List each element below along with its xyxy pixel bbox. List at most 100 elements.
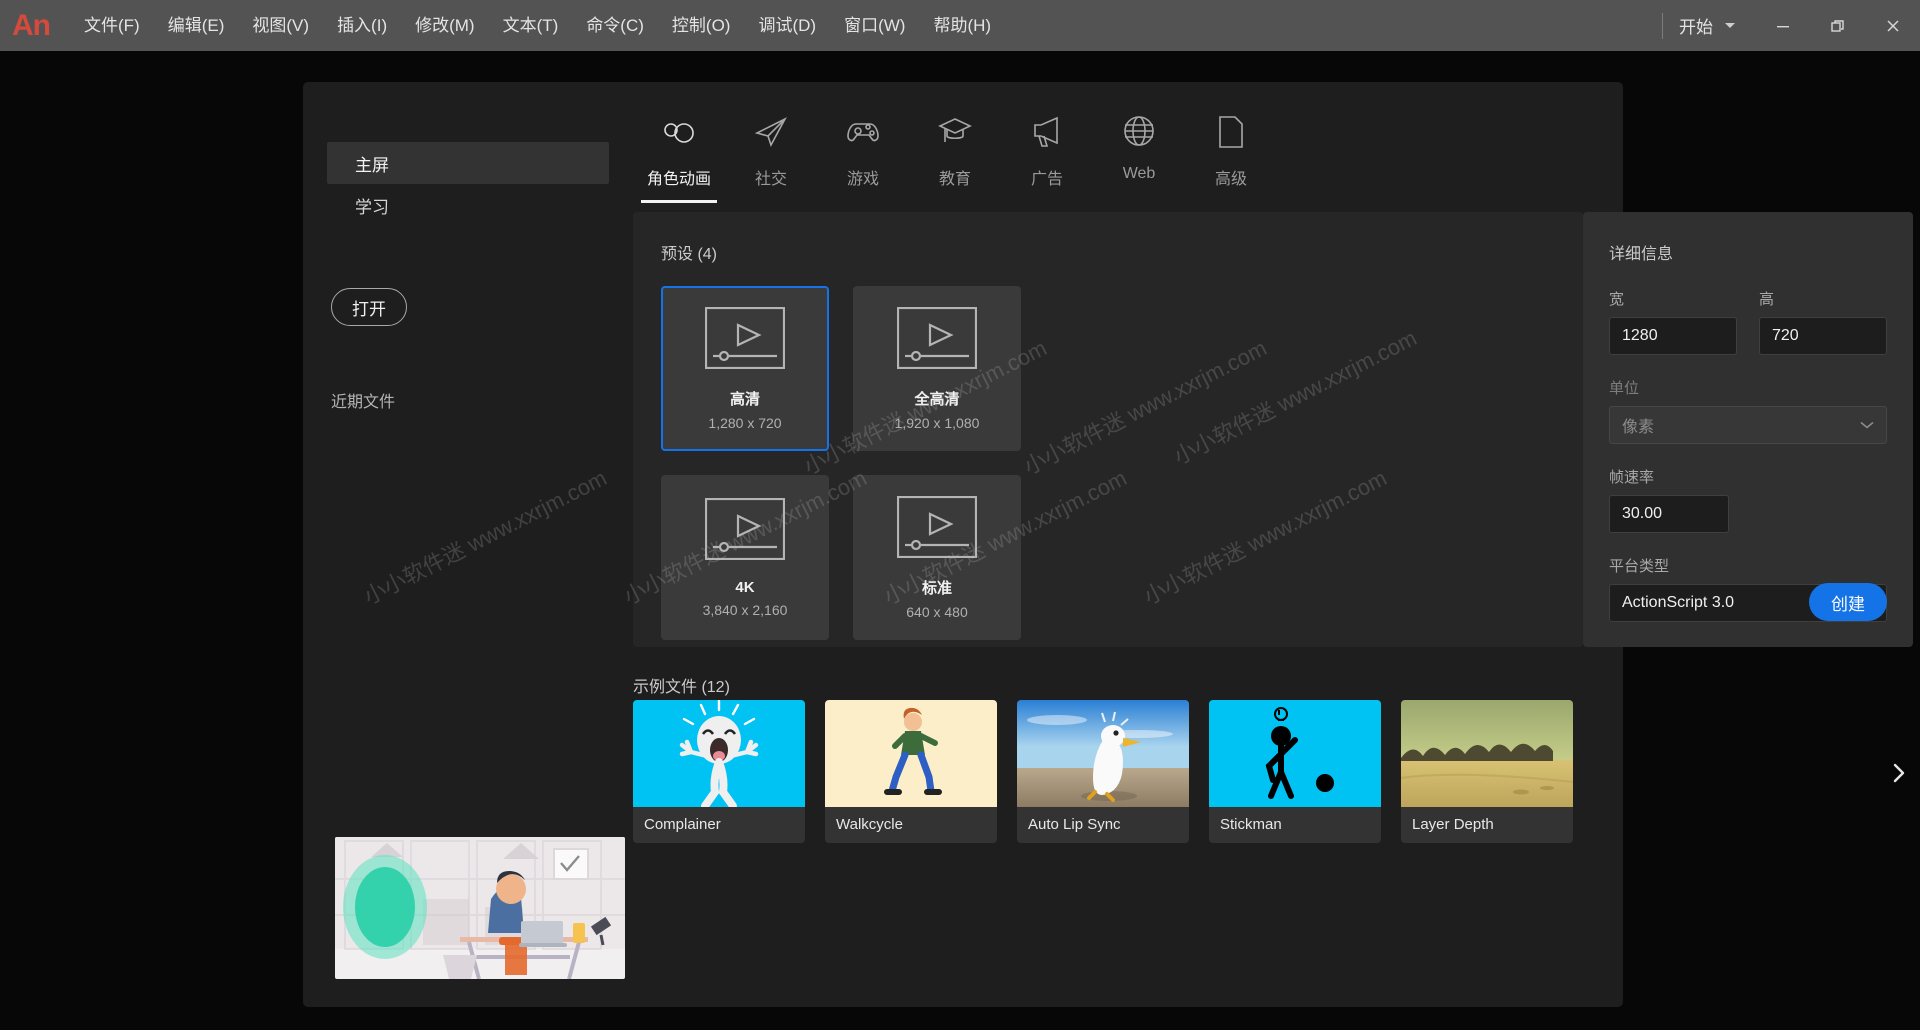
sidebar-item-label: 主屏 xyxy=(355,155,389,175)
tab-social[interactable]: 社交 xyxy=(725,114,817,195)
menu-view[interactable]: 视图(V) xyxy=(238,11,323,40)
title-bar: An 文件(F) 编辑(E) 视图(V) 插入(I) 修改(M) 文本(T) 命令(C) 控制… xyxy=(0,0,1920,51)
sample-file-name: Walkcycle xyxy=(836,816,903,833)
units-label: 单位 xyxy=(1609,380,1640,397)
tab-web-globe[interactable]: Web xyxy=(1093,114,1185,195)
tab-education[interactable]: 教育 xyxy=(909,114,1001,195)
preset-card-grid: 高清 1,280 x 720 全高清 1,920 x 1,080 4K 3,840 x 2… xyxy=(661,286,1105,640)
preset-name: 标准 xyxy=(921,579,952,597)
tab-game[interactable]: 游戏 xyxy=(817,114,909,195)
close-button[interactable] xyxy=(1865,0,1920,51)
sample-file-card[interactable]: Auto Lip Sync xyxy=(1017,700,1189,843)
video-preview-icon xyxy=(896,306,978,374)
sample-file-name: Layer Depth xyxy=(1412,816,1494,833)
sidebar-item-learn[interactable]: 学习 xyxy=(327,184,609,226)
presets-heading: 预设 (4) xyxy=(661,246,718,263)
menu-edit[interactable]: 编辑(E) xyxy=(154,11,239,40)
sample-thumbnail xyxy=(1209,700,1381,807)
height-input[interactable] xyxy=(1759,317,1887,355)
open-file-button[interactable]: 打开 xyxy=(331,288,407,326)
platform-label: 平台类型 xyxy=(1609,558,1670,575)
menu-commands[interactable]: 命令(C) xyxy=(572,11,658,40)
sample-files-row: Complainer Walkcycle Auto Lip Sync Stickman… xyxy=(633,700,1573,843)
units-field-group: 单位 像素 xyxy=(1609,377,1887,444)
create-button[interactable]: 创建 xyxy=(1809,583,1887,621)
tab-label: 教育 xyxy=(938,171,971,188)
menu-debug[interactable]: 调试(D) xyxy=(744,11,830,40)
units-select[interactable]: 像素 xyxy=(1609,406,1887,444)
game-icon xyxy=(847,123,879,142)
preset-dimensions: 1,280 x 720 xyxy=(708,414,782,431)
preset-card[interactable]: 4K 3,840 x 2,160 xyxy=(661,475,829,640)
framerate-input[interactable] xyxy=(1609,495,1729,533)
menu-window[interactable]: 窗口(W) xyxy=(830,11,919,40)
preset-card[interactable]: 标准 640 x 480 xyxy=(853,475,1021,640)
preset-card[interactable]: 全高清 1,920 x 1,080 xyxy=(853,286,1021,451)
tab-label: 社交 xyxy=(754,171,787,188)
preset-name: 4K xyxy=(735,578,755,596)
social-icon xyxy=(754,117,787,148)
recent-files-heading: 近期文件 xyxy=(331,394,396,411)
menu-control[interactable]: 控制(O) xyxy=(658,11,745,40)
preset-name: 高清 xyxy=(729,390,760,408)
sample-thumbnail xyxy=(1017,700,1189,807)
tab-advanced-document[interactable]: 高级 xyxy=(1185,114,1277,195)
minimize-button[interactable] xyxy=(1755,0,1810,51)
width-field-group: 宽 xyxy=(1609,288,1737,355)
platform-select-value: ActionScript 3.0 xyxy=(1622,594,1735,611)
titlebar-right-group: 开始 xyxy=(1646,0,1920,51)
menu-insert[interactable]: 插入(I) xyxy=(323,11,401,40)
height-label: 高 xyxy=(1759,291,1775,308)
tab-advertising[interactable]: 广告 xyxy=(1001,114,1093,195)
preset-dimensions: 640 x 480 xyxy=(906,603,968,620)
workspace-selector-label[interactable]: 开始 xyxy=(1679,13,1713,38)
width-label: 宽 xyxy=(1609,291,1625,308)
details-panel: 详细信息 宽 高 单位 像素 帧速率 平台类型 xyxy=(1583,212,1913,647)
sample-file-card[interactable]: Stickman xyxy=(1209,700,1381,843)
category-tab-bar: 角色动画 社交 游戏 教育 广告 Web 高级 xyxy=(633,114,1277,203)
menu-text[interactable]: 文本(T) xyxy=(489,11,573,40)
sidebar-item-home[interactable]: 主屏 xyxy=(327,142,609,184)
sample-files-heading: 示例文件 (12) xyxy=(633,679,730,696)
chevron-down-icon[interactable] xyxy=(1725,23,1735,28)
advertising-icon xyxy=(1034,116,1058,147)
menu-help[interactable]: 帮助(H) xyxy=(919,11,1005,40)
sample-file-card[interactable]: Walkcycle xyxy=(825,700,997,843)
sample-thumbnail xyxy=(633,700,805,807)
preset-dimensions: 3,840 x 2,160 xyxy=(702,601,788,618)
menu-modify[interactable]: 修改(M) xyxy=(401,11,488,40)
chevron-down-icon xyxy=(1860,421,1874,429)
width-input[interactable] xyxy=(1609,317,1737,355)
next-samples-arrow-icon[interactable] xyxy=(1888,762,1910,784)
character-animation-icon xyxy=(664,123,694,143)
sample-file-name: Complainer xyxy=(644,816,721,833)
tab-label: 角色动画 xyxy=(646,171,711,188)
sample-file-name: Stickman xyxy=(1220,816,1282,833)
sample-thumbnail xyxy=(825,700,997,807)
menu-bar: 文件(F) 编辑(E) 视图(V) 插入(I) 修改(M) 文本(T) 命令(C) 控制(O)… xyxy=(70,11,1005,40)
restore-button[interactable] xyxy=(1810,0,1865,51)
dimension-field-row: 宽 高 xyxy=(1609,288,1887,355)
hero-illustration[interactable] xyxy=(335,837,625,979)
sample-thumbnail xyxy=(1401,700,1573,807)
units-select-value: 像素 xyxy=(1622,419,1655,436)
preset-dimensions: 1,920 x 1,080 xyxy=(894,414,980,431)
framerate-label: 帧速率 xyxy=(1609,469,1655,486)
titlebar-divider xyxy=(1662,12,1663,39)
sidebar-nav-list: 主屏 学习 xyxy=(303,82,633,226)
preset-card[interactable]: 高清 1,280 x 720 xyxy=(661,286,829,451)
details-heading: 详细信息 xyxy=(1609,246,1674,263)
video-preview-icon xyxy=(896,495,978,563)
sample-file-card[interactable]: Layer Depth xyxy=(1401,700,1573,843)
web-globe-icon xyxy=(1124,116,1154,146)
tab-character-animation[interactable]: 角色动画 xyxy=(633,114,725,203)
tab-label: 游戏 xyxy=(846,171,879,188)
height-field-group: 高 xyxy=(1759,288,1887,355)
tab-label: 高级 xyxy=(1214,171,1247,188)
sample-file-card[interactable]: Complainer xyxy=(633,700,805,843)
menu-file[interactable]: 文件(F) xyxy=(70,11,154,40)
tab-label: Web xyxy=(1122,165,1156,182)
presets-panel: 预设 (4) 高清 1,280 x 720 全高清 1,920 x 1,080 4K 3,… xyxy=(633,212,1583,647)
sidebar-item-label: 学习 xyxy=(355,197,389,217)
video-preview-icon xyxy=(704,497,786,565)
